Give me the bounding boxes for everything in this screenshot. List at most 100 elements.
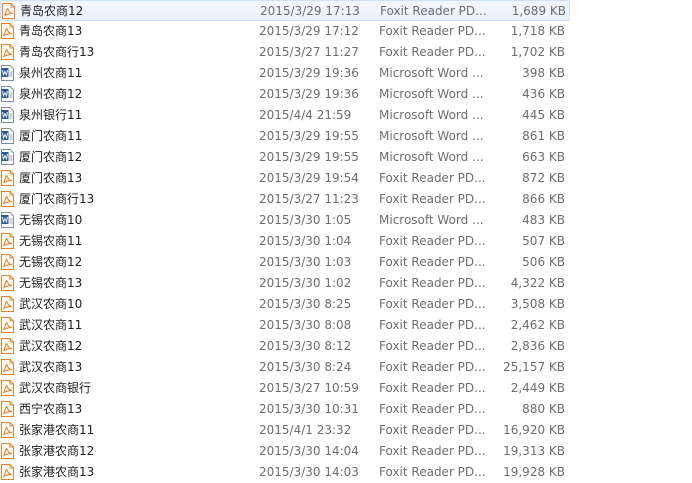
file-type: Foxit Reader PD... xyxy=(379,339,486,353)
file-size: 880 KB xyxy=(522,402,565,416)
file-row[interactable]: 武汉农商银行 2015/3/27 10:59 Foxit Reader PD... 2… xyxy=(0,378,692,399)
file-type: Foxit Reader PD... xyxy=(379,381,486,395)
file-size: 2,449 KB xyxy=(510,381,565,395)
file-type: Microsoft Word ... xyxy=(379,129,484,143)
pdf-icon xyxy=(1,443,14,459)
file-name: 泉州农商12 xyxy=(19,87,83,101)
file-size: 436 KB xyxy=(522,87,565,101)
pdf-icon xyxy=(1,44,14,60)
file-name: 西宁农商13 xyxy=(19,402,83,416)
file-name: 武汉农商13 xyxy=(19,360,83,374)
pdf-icon xyxy=(1,23,14,39)
file-type: Foxit Reader PD... xyxy=(379,234,486,248)
file-row[interactable]: 无锡农商13 2015/3/30 1:02 Foxit Reader PD... 4,… xyxy=(0,273,692,294)
pdf-icon xyxy=(1,296,14,312)
file-row[interactable]: 无锡农商12 2015/3/30 1:03 Foxit Reader PD... 50… xyxy=(0,252,692,273)
file-type: Foxit Reader PD... xyxy=(379,276,486,290)
file-type: Foxit Reader PD... xyxy=(379,360,486,374)
file-size: 1,689 KB xyxy=(511,4,566,18)
file-row[interactable]: 青岛农商13 2015/3/29 17:12 Foxit Reader PD... 1… xyxy=(0,21,692,42)
file-size: 4,322 KB xyxy=(510,276,565,290)
file-name: 青岛农商13 xyxy=(19,24,83,38)
word-icon xyxy=(1,107,14,123)
file-row[interactable]: 武汉农商13 2015/3/30 8:24 Foxit Reader PD... 25… xyxy=(0,357,692,378)
file-size: 1,702 KB xyxy=(510,45,565,59)
file-type: Microsoft Word ... xyxy=(379,108,484,122)
file-date-modified: 2015/3/30 8:24 xyxy=(259,360,352,374)
word-icon xyxy=(1,86,14,102)
file-size: 3,508 KB xyxy=(510,297,565,311)
file-date-modified: 2015/3/29 19:36 xyxy=(259,66,359,80)
file-date-modified: 2015/3/27 11:23 xyxy=(259,192,359,206)
file-row[interactable]: 张家港农商12 2015/3/30 14:04 Foxit Reader PD...… xyxy=(0,441,692,462)
file-size: 445 KB xyxy=(522,108,565,122)
file-name: 张家港农商11 xyxy=(19,423,95,437)
file-row[interactable]: 泉州农商12 2015/3/29 19:36 Microsoft Word ... 4… xyxy=(0,84,692,105)
file-name: 厦门农商12 xyxy=(19,150,83,164)
file-date-modified: 2015/3/29 19:36 xyxy=(259,87,359,101)
file-name: 武汉农商10 xyxy=(19,297,83,311)
file-row[interactable]: 西宁农商13 2015/3/30 10:31 Foxit Reader PD... 8… xyxy=(0,399,692,420)
file-name: 无锡农商10 xyxy=(19,213,83,227)
file-row[interactable]: 张家港农商11 2015/4/1 23:32 Foxit Reader PD... 1… xyxy=(0,420,692,441)
file-date-modified: 2015/3/30 14:04 xyxy=(259,444,359,458)
file-size: 483 KB xyxy=(522,213,565,227)
file-name: 无锡农商11 xyxy=(19,234,83,248)
file-size: 872 KB xyxy=(522,171,565,185)
file-row[interactable]: 青岛农商行13 2015/3/27 11:27 Foxit Reader PD...… xyxy=(0,42,692,63)
file-name: 张家港农商12 xyxy=(19,444,95,458)
file-date-modified: 2015/3/30 8:25 xyxy=(259,297,352,311)
file-row[interactable]: 泉州农商11 2015/3/29 19:36 Microsoft Word ... 3… xyxy=(0,63,692,84)
file-date-modified: 2015/3/30 10:31 xyxy=(259,402,359,416)
file-type: Microsoft Word ... xyxy=(379,66,484,80)
file-name: 泉州农商11 xyxy=(19,66,83,80)
file-row[interactable]: 武汉农商10 2015/3/30 8:25 Foxit Reader PD... 3,… xyxy=(0,294,692,315)
file-type: Foxit Reader PD... xyxy=(379,45,486,59)
file-size: 861 KB xyxy=(522,129,565,143)
file-date-modified: 2015/3/27 10:59 xyxy=(259,381,359,395)
file-date-modified: 2015/3/30 1:05 xyxy=(259,213,352,227)
file-row[interactable]: 厦门农商行13 2015/3/27 11:23 Foxit Reader PD...… xyxy=(0,189,692,210)
file-row[interactable]: 青岛农商12 2015/3/29 17:13 Foxit Reader PD... 1… xyxy=(0,0,570,21)
file-type: Foxit Reader PD... xyxy=(380,4,487,18)
pdf-icon xyxy=(1,170,14,186)
pdf-icon xyxy=(1,338,14,354)
file-date-modified: 2015/4/4 21:59 xyxy=(259,108,352,122)
file-size: 25,157 KB xyxy=(503,360,565,374)
file-type: Foxit Reader PD... xyxy=(379,465,486,479)
file-list: 青岛农商12 2015/3/29 17:13 Foxit Reader PD... 1… xyxy=(0,0,692,483)
file-date-modified: 2015/3/27 11:27 xyxy=(259,45,359,59)
pdf-icon xyxy=(1,254,14,270)
file-name: 厦门农商13 xyxy=(19,171,83,185)
file-row[interactable]: 武汉农商11 2015/3/30 8:08 Foxit Reader PD... 2,… xyxy=(0,315,692,336)
file-date-modified: 2015/3/29 17:12 xyxy=(259,24,359,38)
file-date-modified: 2015/3/29 19:54 xyxy=(259,171,359,185)
file-size: 1,718 KB xyxy=(510,24,565,38)
file-row[interactable]: 武汉农商12 2015/3/30 8:12 Foxit Reader PD... 2,… xyxy=(0,336,692,357)
file-row[interactable]: 厦门农商11 2015/3/29 19:55 Microsoft Word ... 8… xyxy=(0,126,692,147)
pdf-icon xyxy=(1,422,14,438)
file-date-modified: 2015/3/30 1:03 xyxy=(259,255,352,269)
file-size: 16,920 KB xyxy=(503,423,565,437)
file-size: 2,836 KB xyxy=(510,339,565,353)
file-date-modified: 2015/3/30 1:04 xyxy=(259,234,352,248)
file-type: Foxit Reader PD... xyxy=(379,192,486,206)
file-size: 398 KB xyxy=(522,66,565,80)
word-icon xyxy=(1,212,14,228)
pdf-icon xyxy=(1,191,14,207)
file-date-modified: 2015/3/29 19:55 xyxy=(259,129,359,143)
file-row[interactable]: 泉州银行11 2015/4/4 21:59 Microsoft Word ... 44… xyxy=(0,105,692,126)
file-type: Foxit Reader PD... xyxy=(379,318,486,332)
file-row[interactable]: 无锡农商10 2015/3/30 1:05 Microsoft Word ... 48… xyxy=(0,210,692,231)
pdf-icon xyxy=(1,401,14,417)
pdf-icon xyxy=(1,275,14,291)
file-row[interactable]: 厦门农商13 2015/3/29 19:54 Foxit Reader PD... 8… xyxy=(0,168,692,189)
file-row[interactable]: 厦门农商12 2015/3/29 19:55 Microsoft Word ... 6… xyxy=(0,147,692,168)
file-type: Microsoft Word ... xyxy=(379,87,484,101)
file-row[interactable]: 无锡农商11 2015/3/30 1:04 Foxit Reader PD... 50… xyxy=(0,231,692,252)
file-row[interactable]: 张家港农商13 2015/3/30 14:03 Foxit Reader PD...… xyxy=(0,462,692,483)
file-type: Foxit Reader PD... xyxy=(379,444,486,458)
file-name: 武汉农商银行 xyxy=(19,381,92,395)
word-icon xyxy=(1,65,14,81)
file-name: 张家港农商13 xyxy=(19,465,95,479)
